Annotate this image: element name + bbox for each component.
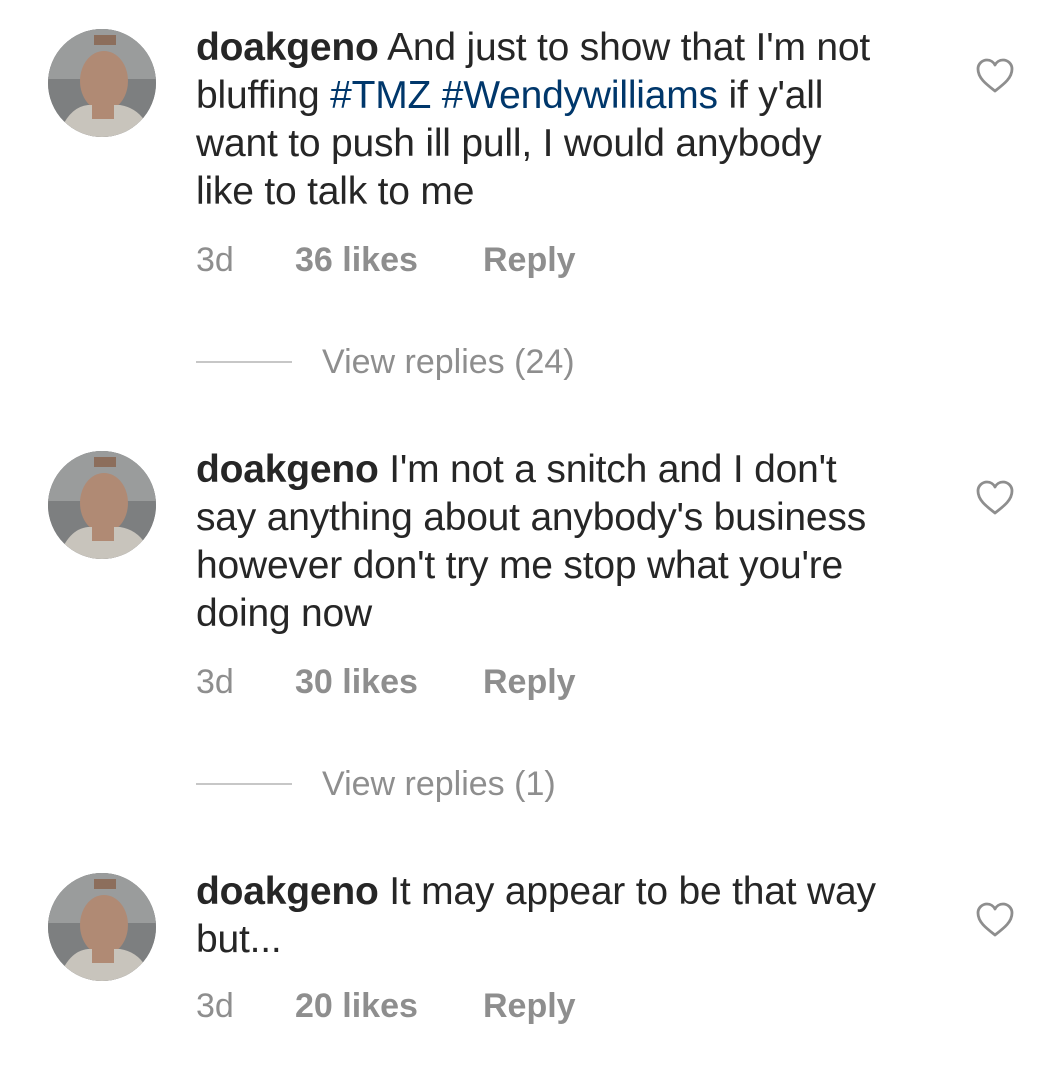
view-replies-label[interactable]: View replies (24) <box>322 340 575 384</box>
replies-divider <box>196 783 292 785</box>
avatar-image <box>48 451 156 559</box>
comment-time: 3d <box>196 663 234 701</box>
comment-username[interactable]: doakgeno <box>196 26 379 69</box>
avatar-image <box>48 29 156 137</box>
comment-text-line: say anything about anybody's business <box>196 496 866 539</box>
like-button[interactable] <box>976 480 1014 516</box>
avatar-image <box>48 873 156 981</box>
hashtag-link[interactable]: #TMZ <box>330 74 431 117</box>
reply-button[interactable]: Reply <box>483 662 576 702</box>
comment-text-line: however don't try me stop what you're <box>196 544 843 587</box>
comment-text-line: if y'all <box>717 74 824 117</box>
comment-text: doakgeno And just to show that I'm not b… <box>196 24 936 216</box>
reply-button[interactable]: Reply <box>483 240 576 280</box>
like-button[interactable] <box>976 902 1014 938</box>
comment-text-line: And just to show that I'm not <box>387 26 870 69</box>
view-replies[interactable]: View replies (1) <box>196 762 696 806</box>
comment-time: 3d <box>196 987 234 1025</box>
comment-text: doakgeno I'm not a snitch and I don't sa… <box>196 446 936 638</box>
replies-divider <box>196 361 292 363</box>
comment-text-line: It may appear to be that way <box>389 870 876 913</box>
comment-text-line: I'm not a snitch and I don't <box>389 448 837 491</box>
hashtag-link[interactable]: #Wendywilliams <box>442 74 718 117</box>
comment-text-line: doing now <box>196 592 373 635</box>
likes-count[interactable]: 30 likes <box>295 662 418 702</box>
likes-count[interactable]: 36 likes <box>295 240 418 280</box>
comment-1: doakgeno And just to show that I'm not b… <box>0 0 1057 300</box>
avatar[interactable] <box>48 29 156 137</box>
view-replies[interactable]: View replies (24) <box>196 340 696 384</box>
like-button[interactable] <box>976 58 1014 94</box>
heart-outline-icon <box>976 58 1014 93</box>
comment-username[interactable]: doakgeno <box>196 870 379 913</box>
comment-text-line: but... <box>196 918 282 961</box>
avatar[interactable] <box>48 451 156 559</box>
reply-button[interactable]: Reply <box>483 986 576 1026</box>
likes-count[interactable]: 20 likes <box>295 986 418 1026</box>
comment-text-line: like to talk to me <box>196 170 475 213</box>
comment-text-line: want to push ill pull, I would anybody <box>196 122 822 165</box>
comment-time: 3d <box>196 241 234 279</box>
comment-text-space <box>431 74 442 117</box>
comment-text: doakgeno It may appear to be that way bu… <box>196 868 936 964</box>
view-replies-label[interactable]: View replies (1) <box>322 762 556 806</box>
comment-text-line: bluffing <box>196 74 331 117</box>
heart-outline-icon <box>976 480 1014 515</box>
heart-outline-icon <box>976 902 1014 937</box>
avatar[interactable] <box>48 873 156 981</box>
comment-username[interactable]: doakgeno <box>196 448 379 491</box>
